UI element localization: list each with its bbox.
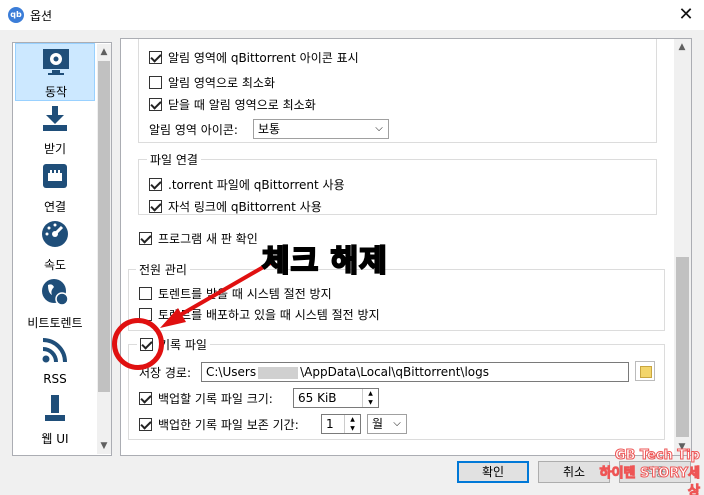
annotation-label: 체크 해제: [261, 243, 388, 280]
watermark: GB Tech Tip 하이텐 STORY세상: [599, 448, 700, 495]
annotation-circle: [112, 318, 164, 370]
